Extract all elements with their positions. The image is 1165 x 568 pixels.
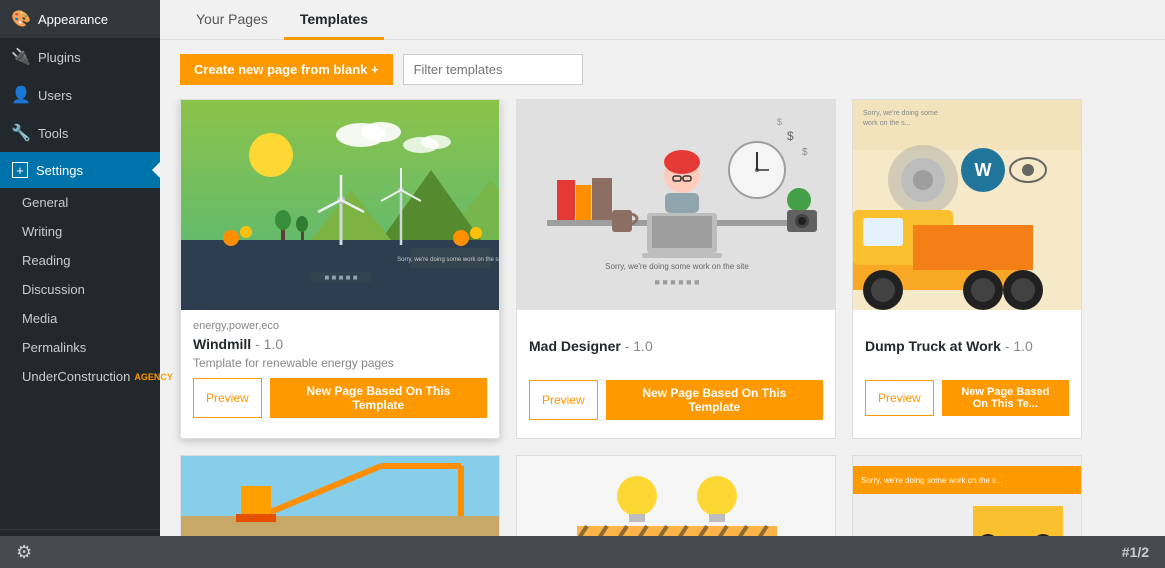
svg-text:work on the s...: work on the s...	[862, 120, 911, 127]
page-indicator: #1/2	[1122, 544, 1149, 560]
svg-text:■ ■ ■ ■ ■ ■: ■ ■ ■ ■ ■ ■	[654, 277, 699, 287]
template-actions: Preview New Page Based On This Template	[193, 378, 487, 426]
users-icon: 👤	[12, 86, 30, 104]
template-info-windmill: energy,power,eco Windmill - 1.0 Template…	[181, 310, 499, 436]
svg-text:Sorry, we're doing some: Sorry, we're doing some	[863, 110, 938, 117]
templates-row-1: Sorry, we're doing some work on the site…	[180, 99, 1145, 439]
new-page-button-mad[interactable]: New Page Based On This Template	[606, 380, 823, 420]
create-blank-button[interactable]: Create new page from blank +	[180, 54, 393, 85]
template-version: - 1.0	[255, 336, 283, 352]
template-card-crane	[180, 455, 500, 545]
toolbar: Create new page from blank +	[160, 40, 1165, 99]
sidebar-nav: 🎨 Appearance 🔌 Plugins 👤 Users 🔧 Tools +…	[0, 0, 160, 568]
sidebar-item-plugins[interactable]: 🔌 Plugins	[0, 38, 160, 76]
template-thumb-dump: Sorry, we're doing some work on the s...…	[853, 100, 1081, 310]
appearance-icon: 🎨	[12, 10, 30, 28]
svg-text:W: W	[975, 160, 992, 180]
templates-row-2: Sorry, we're doing some work on the s...	[180, 455, 1145, 545]
preview-button-mad[interactable]: Preview	[529, 380, 598, 420]
sidebar-sub-label: Media	[22, 311, 57, 326]
template-name-mad: Mad Designer - 1.0	[529, 338, 823, 354]
sidebar-sub-writing[interactable]: Writing	[0, 217, 160, 246]
sidebar-sub-label: Permalinks	[22, 340, 86, 355]
template-version-mad: - 1.0	[625, 338, 653, 354]
sidebar-item-label: Settings	[36, 163, 83, 178]
template-desc: Template for renewable energy pages	[193, 356, 487, 370]
sidebar-sub-label: Discussion	[22, 282, 85, 297]
template-info-dump: Dump Truck at Work - 1.0 Preview New Pag…	[853, 310, 1081, 434]
sidebar-sub-label: Reading	[22, 253, 70, 268]
template-actions-mad: Preview New Page Based On This Template	[529, 380, 823, 428]
template-thumb-orange: Sorry, we're doing some work on the s...	[853, 456, 1081, 545]
template-thumb-windmill: Sorry, we're doing some work on the site…	[181, 100, 499, 310]
svg-text:Sorry, we're doing some work o: Sorry, we're doing some work on the site	[605, 262, 749, 271]
sidebar-item-label: Users	[38, 88, 72, 103]
template-name-dump: Dump Truck at Work - 1.0	[865, 338, 1069, 354]
gear-icon[interactable]: ⚙	[16, 542, 32, 563]
svg-text:Sorry, we're doing some work o: Sorry, we're doing some work on the site	[397, 257, 499, 263]
template-thumb-mad: $ $ $	[517, 100, 835, 310]
template-actions-dump: Preview New Page Based On This Te...	[865, 380, 1069, 424]
sidebar-item-label: Appearance	[38, 12, 108, 27]
sidebar-item-settings[interactable]: + Settings	[0, 152, 160, 188]
sidebar-sub-media[interactable]: Media	[0, 304, 160, 333]
tab-templates[interactable]: Templates	[284, 1, 384, 40]
sidebar-sub-label: General	[22, 195, 68, 210]
filter-input[interactable]	[403, 54, 583, 85]
svg-text:$: $	[777, 117, 782, 127]
sidebar-item-label: Tools	[38, 126, 68, 141]
preview-button-windmill[interactable]: Preview	[193, 378, 262, 418]
template-card-construction	[516, 455, 836, 545]
sidebar-item-users[interactable]: 👤 Users	[0, 76, 160, 114]
template-version-dump: - 1.0	[1005, 338, 1033, 354]
svg-text:$: $	[787, 129, 794, 143]
agency-badge: AGENCY	[134, 372, 173, 382]
sidebar-sub-label: UnderConstruction	[22, 369, 130, 384]
sidebar-sub-label: Writing	[22, 224, 62, 239]
template-desc-mad	[529, 358, 823, 372]
svg-text:Sorry, we're doing some work: Sorry, we're doing some work on the s...	[861, 476, 1003, 485]
sidebar-sub-general[interactable]: General	[0, 188, 160, 217]
plugins-icon: 🔌	[12, 48, 30, 66]
sidebar: 🎨 Appearance 🔌 Plugins 👤 Users 🔧 Tools +…	[0, 0, 160, 568]
svg-text:$: $	[802, 147, 808, 158]
svg-text:■ ■ ■ ■ ■: ■ ■ ■ ■ ■	[324, 273, 357, 282]
template-card-mad-designer: $ $ $	[516, 99, 836, 439]
template-card-dump-truck: Sorry, we're doing some work on the s...…	[852, 99, 1082, 439]
new-page-button-windmill[interactable]: New Page Based On This Template	[270, 378, 487, 418]
templates-grid: Sorry, we're doing some work on the site…	[160, 99, 1165, 568]
sidebar-sub-reading[interactable]: Reading	[0, 246, 160, 275]
tab-bar: Your Pages Templates	[160, 0, 1165, 40]
tab-your-pages[interactable]: Your Pages	[180, 1, 284, 40]
sidebar-item-appearance[interactable]: 🎨 Appearance	[0, 0, 160, 38]
template-tags: energy,power,eco	[193, 320, 487, 332]
sidebar-sub-permalinks[interactable]: Permalinks	[0, 333, 160, 362]
sidebar-sub-underconstruction[interactable]: UnderConstruction AGENCY	[0, 362, 160, 391]
preview-button-dump[interactable]: Preview	[865, 380, 934, 416]
sidebar-item-label: Plugins	[38, 50, 81, 65]
settings-icon: +	[12, 162, 28, 178]
template-tags-dump	[865, 320, 1069, 334]
new-page-button-dump[interactable]: New Page Based On This Te...	[942, 380, 1069, 416]
template-tags-mad	[529, 320, 823, 334]
template-desc-dump	[865, 358, 1069, 372]
sidebar-item-tools[interactable]: 🔧 Tools	[0, 114, 160, 152]
main-content: Your Pages Templates Create new page fro…	[160, 0, 1165, 568]
template-info-mad: Mad Designer - 1.0 Preview New Page Base…	[517, 310, 835, 438]
template-thumb-crane	[181, 456, 499, 545]
template-thumb-construction	[517, 456, 835, 545]
status-bar: ⚙ #1/2	[0, 536, 1165, 568]
sidebar-sub-discussion[interactable]: Discussion	[0, 275, 160, 304]
template-name: Windmill - 1.0	[193, 336, 487, 352]
template-card-windmill: Sorry, we're doing some work on the site…	[180, 99, 500, 439]
template-card-orange: Sorry, we're doing some work on the s...	[852, 455, 1082, 545]
tools-icon: 🔧	[12, 124, 30, 142]
